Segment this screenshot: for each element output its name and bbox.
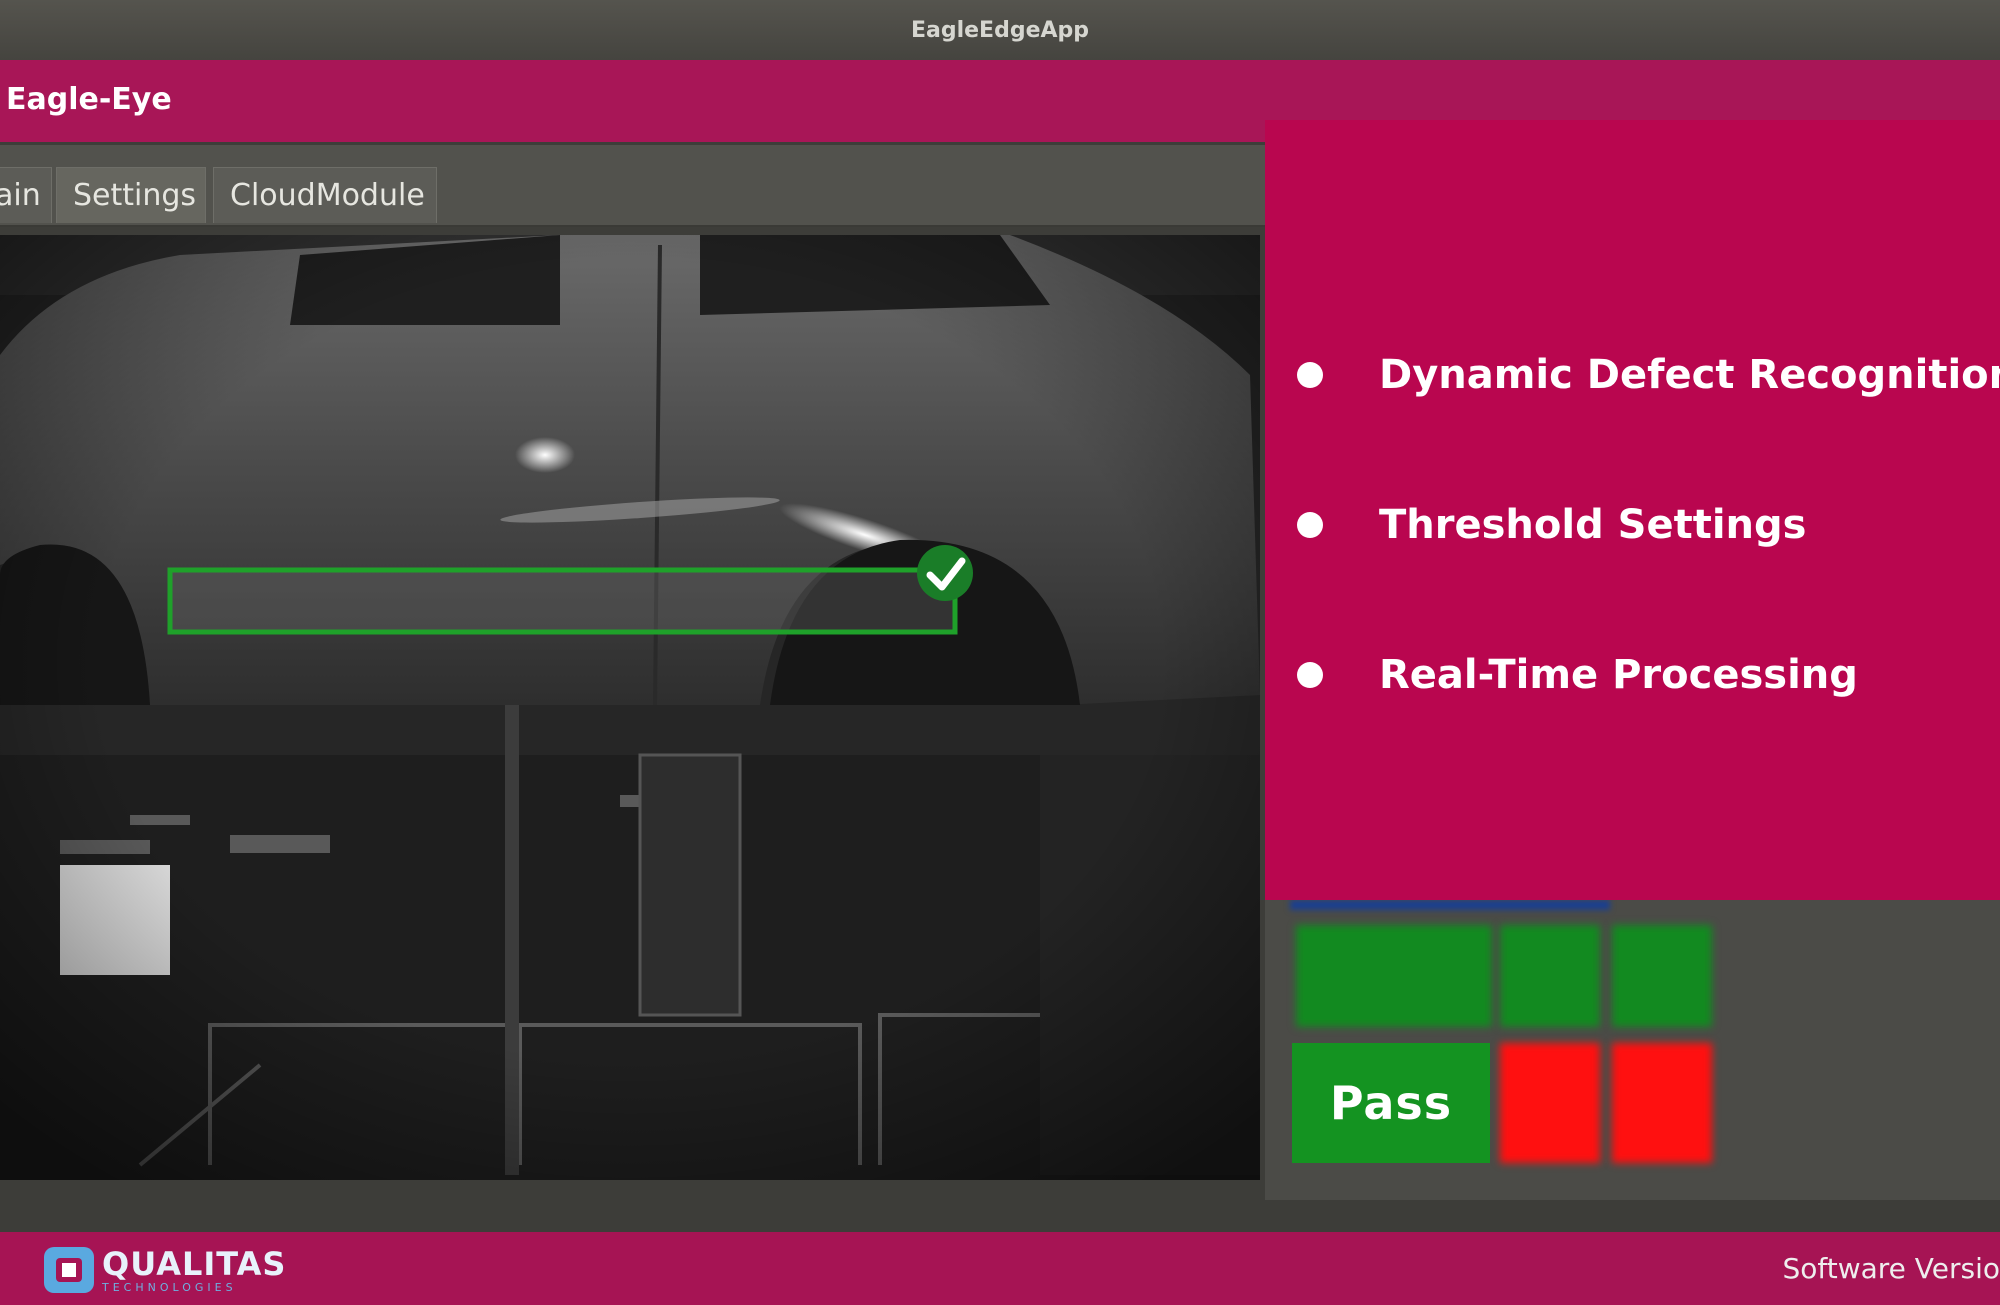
brand-logo: QUALITAS TECHNOLOGIES <box>44 1247 286 1293</box>
features-panel: Dynamic Defect Recognition Threshold Set… <box>1265 120 2000 900</box>
feature-item: Dynamic Defect Recognition <box>1297 300 2000 450</box>
bullet-icon <box>1297 512 1323 538</box>
brand-name: QUALITAS <box>102 1244 287 1283</box>
bullet-icon <box>1297 662 1323 688</box>
footer-bar: QUALITAS TECHNOLOGIES Software Versio <box>0 1232 2000 1305</box>
fail-tile <box>1612 1043 1712 1163</box>
tab-label: Settings <box>73 178 197 213</box>
window-titlebar: EagleEdgeApp <box>0 0 2000 60</box>
window-title: EagleEdgeApp <box>910 17 1090 43</box>
tab-cloudmodule[interactable]: CloudModule <box>213 167 437 223</box>
camera-image <box>0 235 1260 1180</box>
feature-item: Real-Time Processing <box>1297 600 2000 750</box>
fail-tile <box>1500 1043 1600 1163</box>
bullet-icon <box>1297 362 1323 388</box>
status-tile <box>1612 925 1712 1027</box>
software-version: Software Versio <box>1782 1252 2000 1285</box>
status-tile <box>1500 925 1600 1027</box>
tab-bar: ain Settings CloudModule <box>0 145 1265 227</box>
progress-strip <box>1290 900 1610 910</box>
feature-item: Threshold Settings <box>1297 450 2000 600</box>
tab-label: CloudModule <box>230 178 425 213</box>
logo-icon <box>44 1247 94 1293</box>
pass-result: Pass <box>1292 1043 1490 1163</box>
status-tile <box>1296 925 1492 1027</box>
tab-settings[interactable]: Settings <box>56 167 206 223</box>
feature-label: Real-Time Processing <box>1379 652 1858 698</box>
tab-label: ain <box>0 178 41 213</box>
tab-main[interactable]: ain <box>0 167 52 223</box>
feature-label: Dynamic Defect Recognition <box>1379 352 2000 398</box>
app-name: Eagle-Eye <box>6 82 172 117</box>
feature-label: Threshold Settings <box>1379 502 1807 548</box>
camera-feed <box>0 235 1260 1180</box>
brand-subtitle: TECHNOLOGIES <box>102 1280 237 1294</box>
